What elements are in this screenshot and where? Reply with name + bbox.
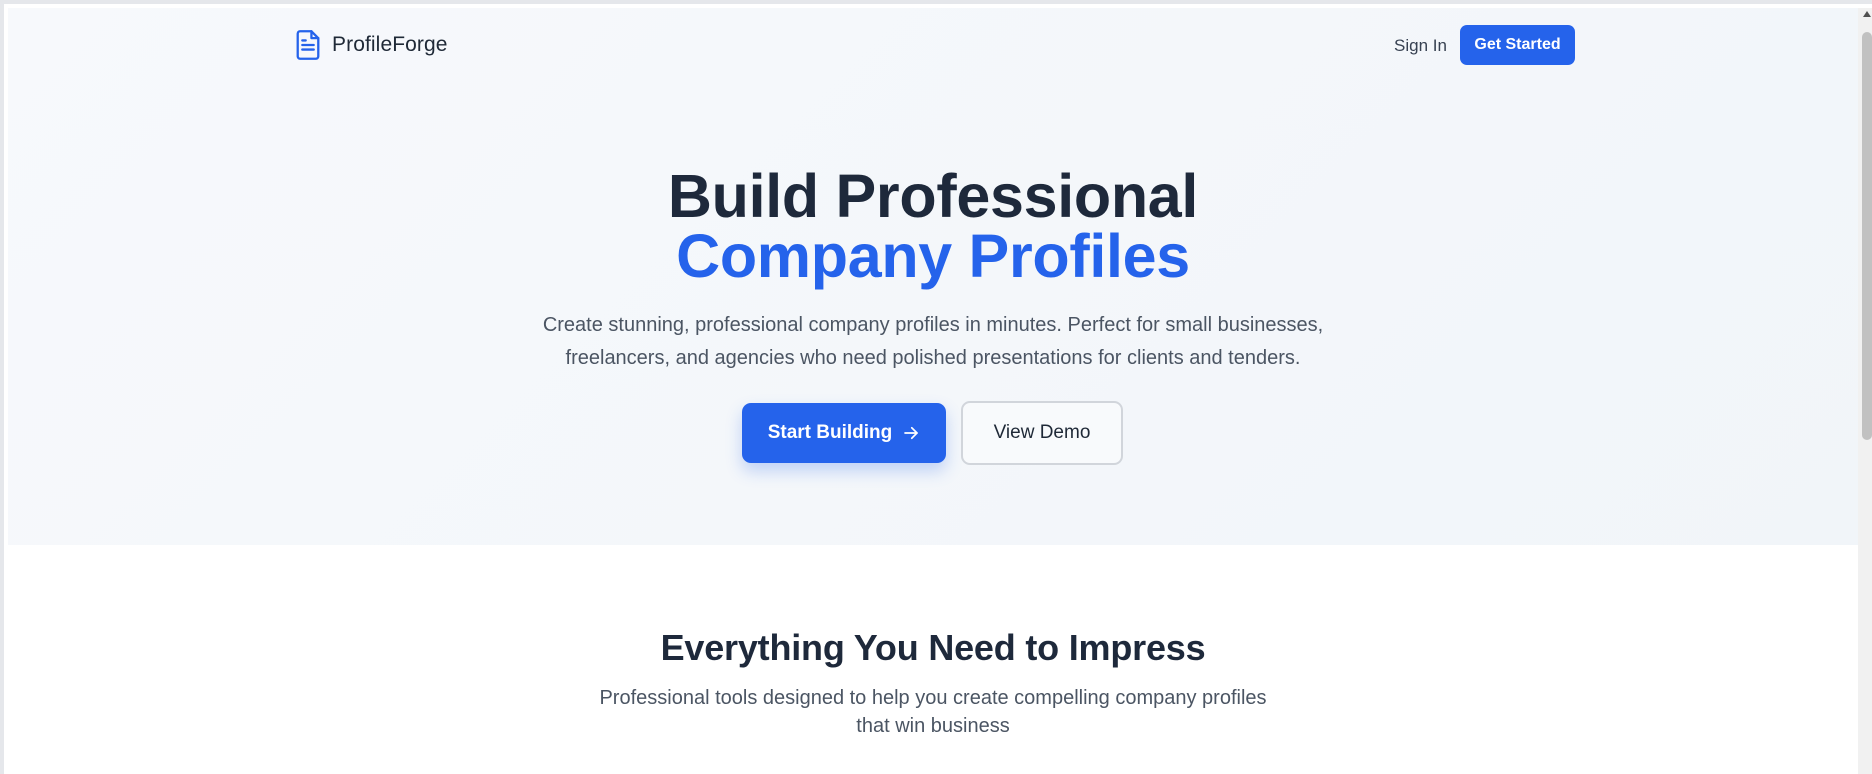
triangle-up-icon[interactable] xyxy=(1858,10,1872,24)
document-icon xyxy=(294,29,322,61)
hero-subtitle-line-1: Create stunning, professional company pr… xyxy=(542,314,1324,336)
scrollbar-thumb[interactable] xyxy=(1862,32,1872,440)
brand-logo-link[interactable]: ProfileForge xyxy=(294,29,448,61)
hero-title-line-1: Build Professional xyxy=(667,162,1199,230)
vertical-scrollbar[interactable] xyxy=(1858,8,1872,774)
sign-in-button[interactable]: Sign In xyxy=(1394,36,1447,56)
hero-section: ProfileForge Sign In Get Started Build P… xyxy=(8,8,1858,545)
start-building-button[interactable]: Start Building xyxy=(742,403,946,463)
features-subtitle-line-2: that win business xyxy=(856,715,1010,737)
hero-title-line-2: Company Profiles xyxy=(676,222,1190,290)
hero-subtitle-line-2: freelancers, and agencies who need polis… xyxy=(565,347,1301,369)
arrow-right-icon xyxy=(902,424,920,442)
features-subtitle-line-1: Professional tools designed to help you … xyxy=(599,687,1267,709)
hero-subtitle: Create stunning, professional company pr… xyxy=(8,309,1858,375)
top-navigation: ProfileForge Sign In Get Started xyxy=(8,25,1858,67)
brand-name: ProfileForge xyxy=(332,33,448,56)
landing-page: ProfileForge Sign In Get Started Build P… xyxy=(8,8,1858,774)
features-subtitle: Professional tools designed to help you … xyxy=(8,684,1858,740)
features-heading: Everything You Need to Impress xyxy=(660,627,1206,668)
browser-viewport: ProfileForge Sign In Get Started Build P… xyxy=(0,0,1872,774)
view-demo-button[interactable]: View Demo xyxy=(961,401,1123,465)
start-building-label: Start Building xyxy=(767,422,893,443)
get-started-button[interactable]: Get Started xyxy=(1460,25,1575,65)
